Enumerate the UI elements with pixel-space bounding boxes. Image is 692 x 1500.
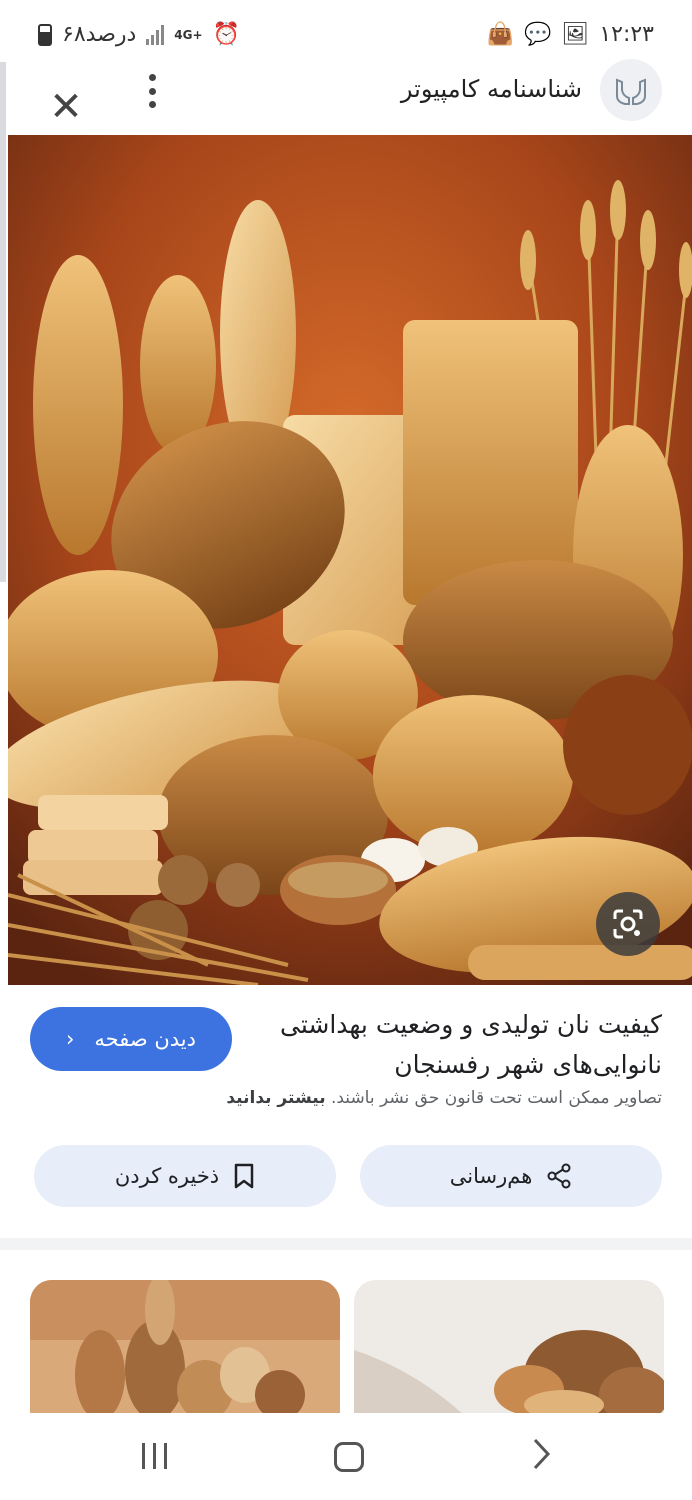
save-button[interactable]: ذخیره کردن <box>34 1145 336 1207</box>
viewer-header: ✕ شناسنامه کامپیوتر <box>0 55 692 135</box>
battery-text: ۶۸درصد <box>62 22 137 47</box>
share-button[interactable]: هم‌رسانی <box>360 1145 662 1207</box>
main-image[interactable] <box>8 135 692 985</box>
status-left: ۶۸درصد 4G+ ⏰ <box>38 22 240 47</box>
more-vert-icon <box>148 74 156 81</box>
battery-icon <box>38 23 52 46</box>
site-logo[interactable] <box>600 59 662 121</box>
hands-logo-icon <box>616 78 646 105</box>
bag-icon: 👜 <box>486 22 514 47</box>
clock-time: ۱۲:۲۳ <box>599 22 654 47</box>
related-image-right[interactable] <box>354 1280 664 1415</box>
share-label: هم‌رسانی <box>449 1164 533 1188</box>
copyright-notice: تصاویر ممکن است تحت قانون حق نشر باشند. … <box>226 1088 662 1108</box>
back-button[interactable] <box>530 1437 552 1480</box>
save-label: ذخیره کردن <box>114 1164 220 1188</box>
signal-icon <box>146 24 165 45</box>
gallery-icon: 🖼 <box>561 22 590 47</box>
back-chevron-icon <box>533 1438 551 1470</box>
copyright-text: تصاویر ممکن است تحت قانون حق نشر باشند. <box>330 1088 662 1108</box>
page-edge <box>0 62 6 582</box>
close-button[interactable]: ✕ <box>40 81 92 133</box>
close-icon: ✕ <box>49 84 83 130</box>
section-divider <box>0 1238 692 1250</box>
visit-label: دیدن صفحه <box>94 1027 196 1051</box>
status-right: 👜 💬 🖼 ۱۲:۲۳ <box>487 22 654 47</box>
share-icon <box>547 1163 571 1189</box>
home-button[interactable] <box>334 1442 364 1472</box>
recents-button[interactable] <box>142 1443 167 1469</box>
image-title[interactable]: کیفیت نان تولیدی و وضعیت بهداشتی نانوایی… <box>262 1005 662 1085</box>
bread-photo <box>8 135 692 985</box>
chevron-left-icon: ‹ <box>66 1027 75 1051</box>
related-bread-photo-2 <box>354 1280 664 1415</box>
lens-icon <box>613 909 643 939</box>
system-nav-bar <box>0 1413 692 1500</box>
chat-icon: 💬 <box>523 22 552 47</box>
more-options-button[interactable] <box>140 71 164 111</box>
related-image-left[interactable] <box>30 1280 340 1415</box>
site-name[interactable]: شناسنامه کامپیوتر <box>401 75 582 103</box>
lens-button[interactable] <box>596 892 660 956</box>
related-bread-photo <box>30 1280 340 1415</box>
visit-page-button[interactable]: دیدن صفحه ‹ <box>30 1007 232 1071</box>
alarm-icon: ⏰ <box>212 22 240 47</box>
bookmark-icon <box>234 1163 254 1189</box>
learn-more-link[interactable]: بیشتر بدانید <box>226 1088 325 1108</box>
network-type: 4G+ <box>174 27 203 42</box>
